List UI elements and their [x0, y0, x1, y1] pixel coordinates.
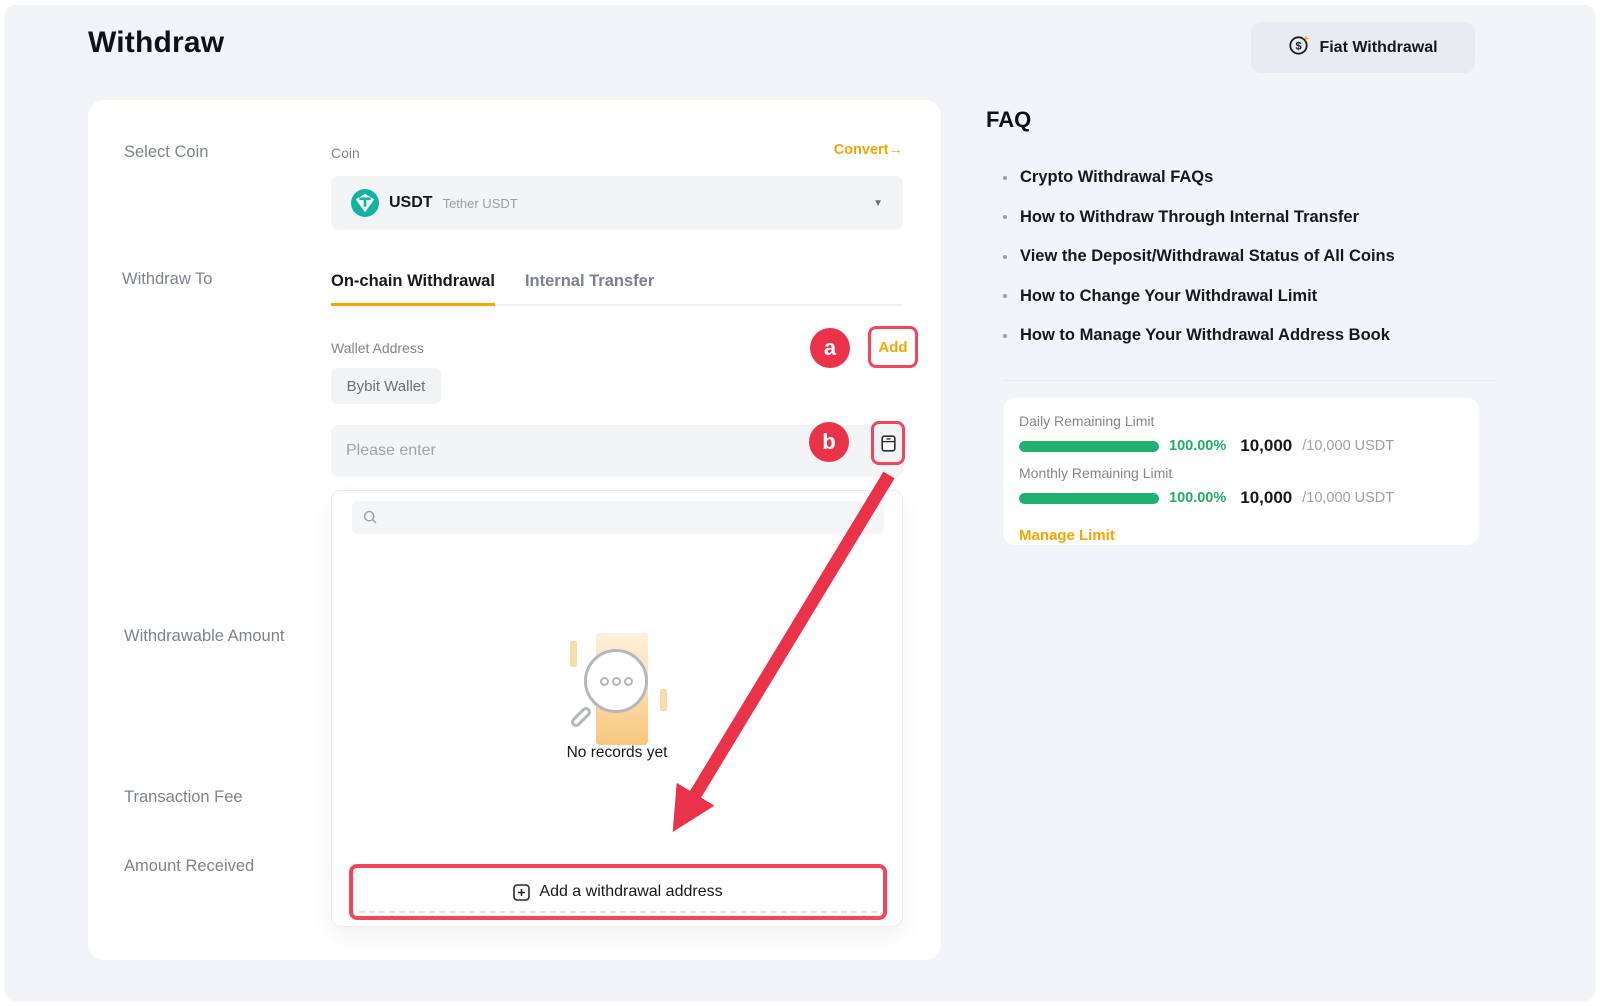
magnifier-icon — [584, 649, 648, 713]
bullet-icon — [1003, 215, 1007, 219]
convert-link[interactable]: Convert→ — [834, 142, 903, 158]
faq-link[interactable]: View the Deposit/Withdrawal Status of Al… — [1003, 247, 1395, 266]
monthly-limit-label: Monthly Remaining Limit — [1019, 465, 1463, 481]
fiat-coin-icon: $ + — [1288, 34, 1310, 61]
faq-link-label: How to Manage Your Withdrawal Address Bo… — [1020, 326, 1390, 345]
page-background: Withdraw $ + Fiat Withdrawal Select Coin… — [5, 5, 1595, 1001]
faq-link-label: View the Deposit/Withdrawal Status of Al… — [1020, 247, 1395, 266]
monthly-limit-value: 10,000 — [1240, 488, 1292, 508]
tab-onchain-withdrawal[interactable]: On-chain Withdrawal — [331, 272, 495, 306]
select-coin-label: Select Coin — [124, 143, 208, 162]
bybit-wallet-chip[interactable]: Bybit Wallet — [331, 368, 441, 404]
monthly-limit-progressbar — [1019, 493, 1159, 504]
plus-square-icon — [513, 884, 530, 901]
faq-link-label: Crypto Withdrawal FAQs — [1020, 168, 1213, 187]
amount-received-label: Amount Received — [124, 857, 254, 876]
coin-fullname: Tether USDT — [443, 196, 518, 211]
bullet-icon — [1003, 176, 1007, 180]
faq-link-label: How to Change Your Withdrawal Limit — [1020, 287, 1317, 306]
bullet-icon — [1003, 294, 1007, 298]
tab-internal-transfer[interactable]: Internal Transfer — [525, 272, 654, 304]
daily-limit-value: 10,000 — [1240, 436, 1292, 456]
svg-text:+: + — [1304, 34, 1310, 45]
daily-limit-progressbar — [1019, 441, 1159, 452]
add-withdrawal-address-label: Add a withdrawal address — [539, 883, 722, 901]
address-dropdown-panel: No records yet Add a withdrawal address — [331, 490, 903, 927]
bullet-icon — [1003, 334, 1007, 338]
bullet-icon — [1003, 255, 1007, 259]
faq-title: FAQ — [986, 107, 1031, 133]
withdrawal-limits-card: Daily Remaining Limit 100.00% 10,000 /10… — [1003, 398, 1479, 545]
add-address-link[interactable]: Add — [868, 326, 918, 368]
address-book-icon — [881, 435, 896, 452]
chevron-down-icon: ▼ — [873, 198, 883, 209]
daily-limit-label: Daily Remaining Limit — [1019, 413, 1463, 429]
search-icon — [363, 510, 378, 525]
withdraw-form-card: Select Coin Withdraw To Withdrawable Amo… — [88, 100, 941, 960]
coin-field-label: Coin — [331, 145, 360, 161]
empty-state-bar-small — [660, 689, 667, 711]
fiat-withdrawal-button[interactable]: $ + Fiat Withdrawal — [1251, 22, 1475, 73]
svg-text:$: $ — [1296, 40, 1302, 52]
faq-link-label: How to Withdraw Through Internal Transfe… — [1020, 208, 1359, 227]
divider — [1003, 380, 1495, 381]
usdt-coin-icon — [351, 189, 379, 217]
address-search-input[interactable] — [352, 501, 884, 534]
withdrawable-amount-label: Withdrawable Amount — [124, 627, 285, 646]
empty-state-illustration — [568, 633, 668, 758]
no-records-text: No records yet — [332, 744, 902, 762]
faq-list: Crypto Withdrawal FAQs How to Withdraw T… — [1003, 168, 1395, 366]
empty-state-bar-small — [570, 641, 577, 667]
monthly-limit-percent: 100.00% — [1169, 490, 1226, 506]
withdraw-to-label: Withdraw To — [122, 270, 212, 289]
faq-link[interactable]: How to Manage Your Withdrawal Address Bo… — [1003, 326, 1395, 345]
faq-link[interactable]: How to Withdraw Through Internal Transfe… — [1003, 208, 1395, 227]
annotation-b-badge: b — [809, 422, 849, 462]
monthly-limit-total: /10,000 USDT — [1302, 490, 1394, 506]
faq-link[interactable]: How to Change Your Withdrawal Limit — [1003, 287, 1395, 306]
daily-limit-total: /10,000 USDT — [1302, 438, 1394, 454]
page-title: Withdraw — [88, 26, 224, 60]
coin-symbol: USDT — [389, 194, 433, 212]
manage-limit-link[interactable]: Manage Limit — [1019, 527, 1115, 544]
address-book-button[interactable] — [871, 421, 905, 465]
annotation-a-badge: a — [810, 328, 850, 368]
fiat-withdrawal-label: Fiat Withdrawal — [1319, 39, 1437, 57]
withdraw-tabs: On-chain Withdrawal Internal Transfer — [331, 272, 903, 306]
transaction-fee-label: Transaction Fee — [124, 788, 243, 807]
coin-select-dropdown[interactable]: USDT Tether USDT ▼ — [331, 176, 903, 230]
magnifier-handle — [569, 705, 593, 729]
add-withdrawal-address-button[interactable]: Add a withdrawal address — [349, 864, 887, 920]
daily-limit-percent: 100.00% — [1169, 438, 1226, 454]
faq-link[interactable]: Crypto Withdrawal FAQs — [1003, 168, 1395, 187]
wallet-address-label: Wallet Address — [331, 340, 424, 356]
